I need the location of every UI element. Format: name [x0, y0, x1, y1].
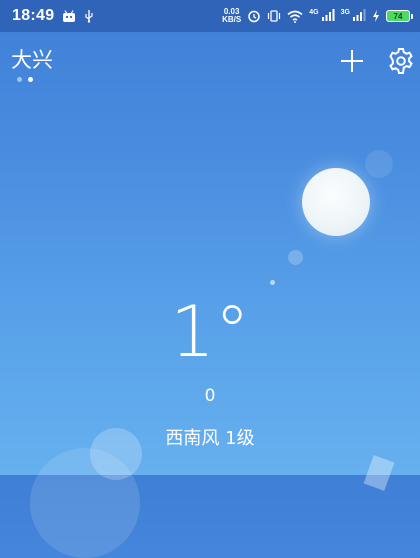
status-time: 18:49 — [12, 7, 55, 24]
charging-icon — [373, 10, 379, 22]
page-dot-active — [28, 77, 33, 82]
gear-icon — [389, 48, 413, 74]
signal-strength-1: 4G — [309, 8, 335, 24]
wifi-icon — [287, 10, 303, 23]
vibrate-icon — [268, 10, 281, 22]
add-city-button[interactable] — [338, 47, 366, 75]
network-speed: 0.03 KB/S — [222, 7, 242, 24]
signal-icon — [353, 8, 366, 21]
sun-icon — [302, 168, 370, 236]
decor-bubble — [365, 150, 393, 178]
page-dot — [17, 77, 22, 82]
signal-strength-2: 3G — [341, 8, 366, 24]
alarm-icon — [248, 10, 260, 23]
wind-info: 西南风 1级 — [165, 428, 255, 449]
decor-bubble — [270, 280, 275, 285]
air-quality-index[interactable]: 0 — [0, 386, 420, 406]
android-icon — [63, 10, 76, 22]
settings-button[interactable] — [387, 47, 415, 75]
city-name[interactable]: 大兴 — [11, 44, 53, 74]
page-indicator — [17, 77, 33, 82]
plus-icon — [341, 50, 363, 72]
battery-indicator: 74 — [386, 10, 413, 22]
status-bar: 18:49 0.03 KB/S 4G 3G 74 — [0, 0, 420, 32]
signal-icon — [321, 8, 335, 21]
decor-bubble — [288, 250, 303, 265]
current-temperature: 1° — [170, 291, 250, 373]
usb-icon — [85, 10, 94, 23]
decor-shape — [363, 455, 395, 491]
